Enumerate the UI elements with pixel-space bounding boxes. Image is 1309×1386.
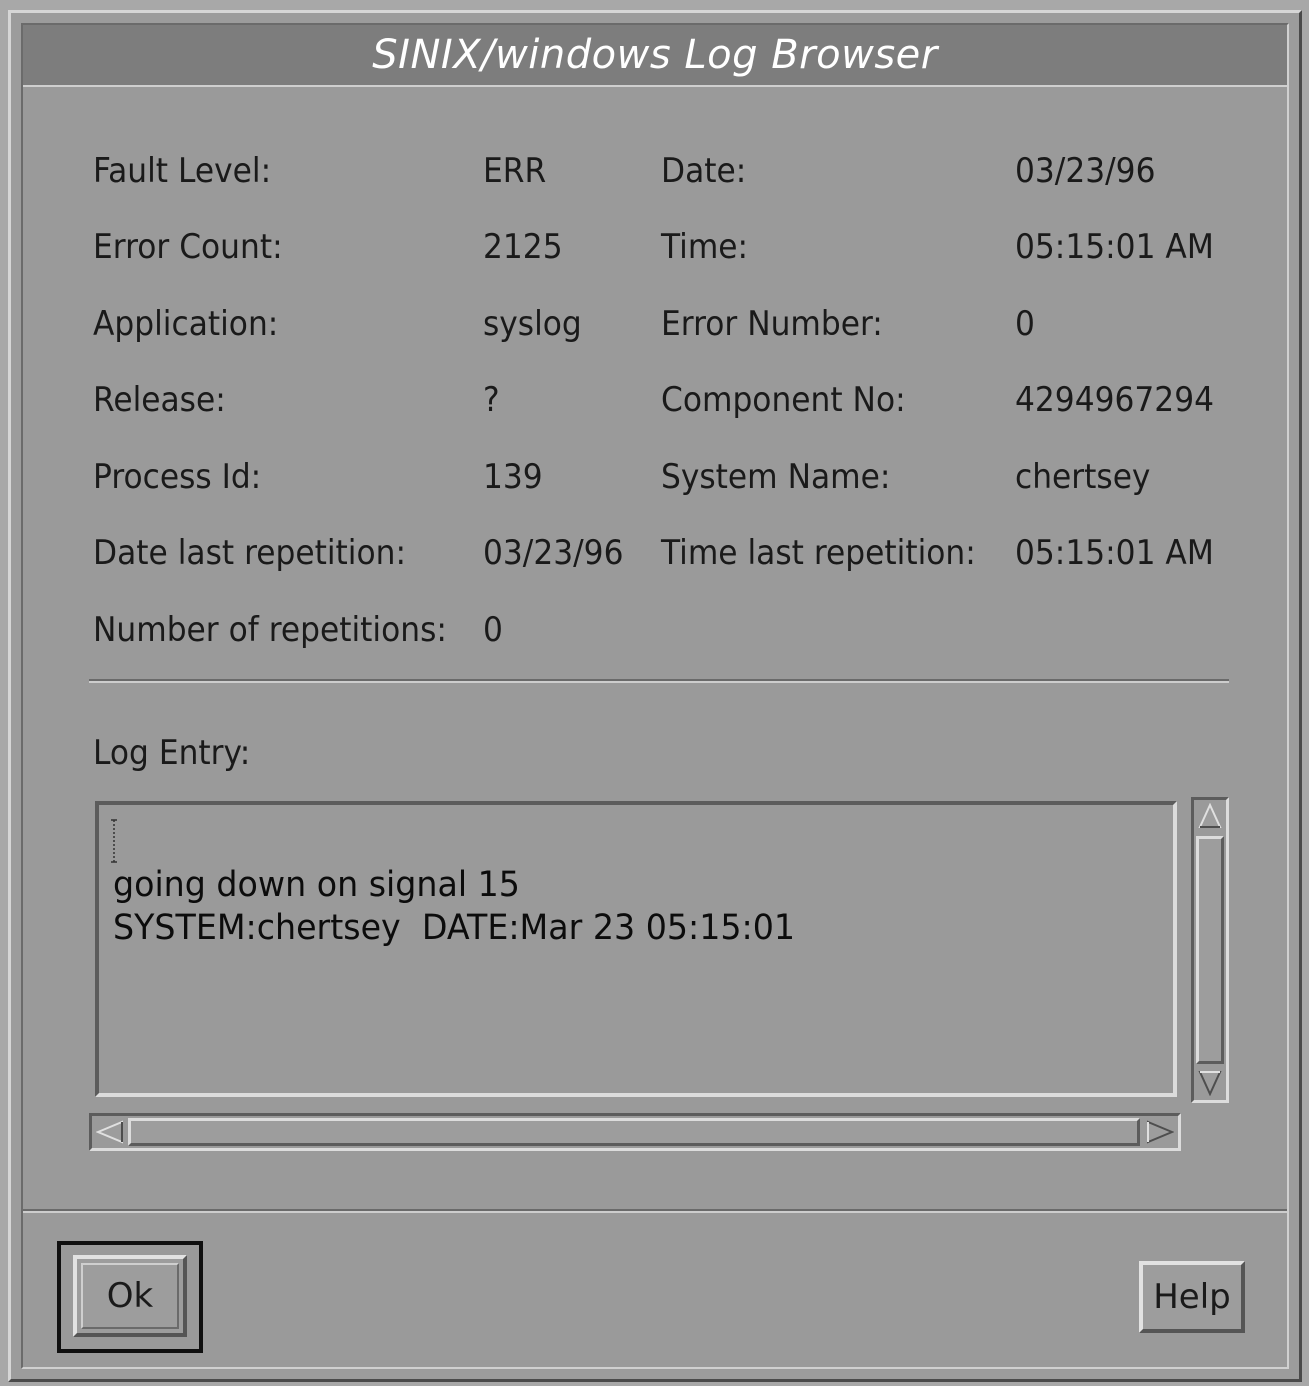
process-id-label: Process Id: — [93, 457, 262, 497]
fields-separator — [89, 679, 1229, 683]
date-last-repetition-value: 03/23/96 — [483, 533, 624, 573]
window-title: SINIX/windows Log Browser — [372, 32, 938, 78]
date-value: 03/23/96 — [1015, 151, 1156, 191]
scroll-right-arrow-icon[interactable] — [1144, 1118, 1176, 1146]
date-last-repetition-label: Date last repetition: — [93, 533, 407, 573]
component-no-value: 4294967294 — [1015, 380, 1215, 420]
ok-button[interactable]: Ok — [73, 1255, 187, 1337]
log-entry-textarea[interactable]: going down on signal 15 SYSTEM:chertsey … — [95, 801, 1177, 1097]
time-label: Time: — [661, 227, 749, 267]
error-count-value: 2125 — [483, 227, 563, 267]
component-no-label: Component No: — [661, 380, 906, 420]
application-value: syslog — [483, 304, 582, 344]
scroll-down-arrow-icon[interactable] — [1196, 1068, 1224, 1098]
number-of-repetitions-label: Number of repetitions: — [93, 610, 447, 650]
time-last-repetition-value: 05:15:01 AM — [1015, 533, 1214, 573]
release-value: ? — [483, 380, 500, 420]
button-bar-separator — [23, 1209, 1287, 1213]
system-name-value: chertsey — [1015, 457, 1151, 497]
error-number-value: 0 — [1015, 304, 1035, 344]
time-last-repetition-label: Time last repetition: — [661, 533, 976, 573]
time-value: 05:15:01 AM — [1015, 227, 1214, 267]
date-label: Date: — [661, 151, 747, 191]
log-entry-label: Log Entry: — [93, 733, 251, 773]
process-id-value: 139 — [483, 457, 543, 497]
log-browser-window: SINIX/windows Log Browser Fault Level: E… — [8, 10, 1302, 1382]
log-vertical-scrollbar[interactable] — [1191, 797, 1229, 1103]
release-label: Release: — [93, 380, 226, 420]
log-horizontal-scrollbar[interactable] — [89, 1113, 1181, 1151]
ok-button-label: Ok — [81, 1263, 179, 1329]
text-cursor-icon — [109, 819, 119, 870]
system-name-label: System Name: — [661, 457, 891, 497]
scroll-up-arrow-icon[interactable] — [1196, 801, 1224, 831]
vertical-scroll-thumb[interactable] — [1196, 836, 1224, 1064]
title-bar[interactable]: SINIX/windows Log Browser — [23, 25, 1287, 87]
log-line: going down on signal 15 — [113, 865, 520, 905]
fault-level-value: ERR — [483, 151, 547, 191]
application-label: Application: — [93, 304, 279, 344]
error-count-label: Error Count: — [93, 227, 283, 267]
number-of-repetitions-value: 0 — [483, 610, 503, 650]
dialog-body: SINIX/windows Log Browser Fault Level: E… — [21, 23, 1289, 1369]
horizontal-scroll-thumb[interactable] — [128, 1118, 1140, 1146]
fault-level-label: Fault Level: — [93, 151, 272, 191]
help-button[interactable]: Help — [1139, 1261, 1245, 1333]
error-number-label: Error Number: — [661, 304, 883, 344]
scroll-left-arrow-icon[interactable] — [94, 1118, 126, 1146]
log-line: SYSTEM:chertsey DATE:Mar 23 05:15:01 — [113, 908, 796, 948]
